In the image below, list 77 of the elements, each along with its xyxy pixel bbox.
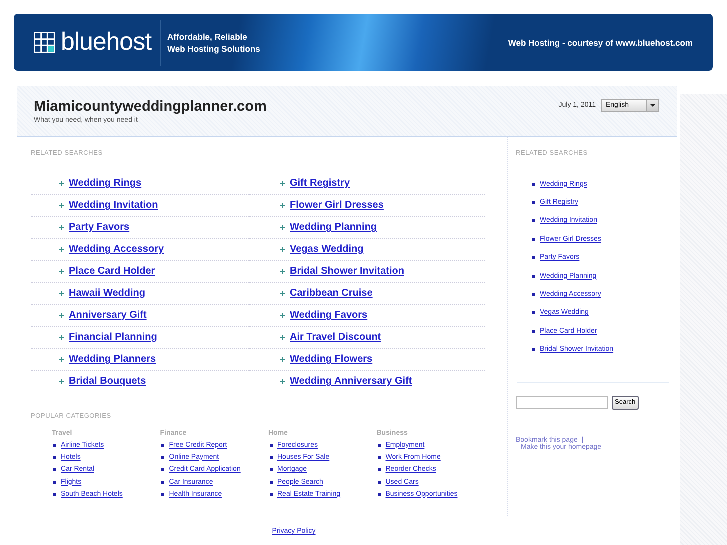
tagline-text: Affordable, Reliable (168, 30, 248, 42)
related-link[interactable]: Vegas Wedding (290, 244, 364, 255)
bullet-icon (53, 444, 56, 447)
bullet-icon (161, 444, 164, 447)
related-link[interactable]: Wedding Accessory (69, 244, 164, 255)
bullet-icon (161, 456, 164, 459)
bullet-icon (59, 357, 64, 362)
related-link[interactable]: Wedding Favors (290, 310, 368, 321)
bullet-icon (161, 468, 164, 472)
related-link[interactable]: Bridal Bouquets (69, 376, 146, 387)
related-link[interactable]: Wedding Rings (69, 178, 142, 189)
related-link[interactable]: Hawaii Wedding (69, 288, 146, 299)
bullet-icon (532, 201, 535, 204)
bullet-icon (280, 247, 285, 252)
bullet-icon (59, 181, 64, 186)
bullet-icon (59, 225, 64, 230)
bullet-icon (532, 330, 535, 333)
bullet-icon (280, 203, 285, 208)
bullet-icon (532, 238, 535, 241)
related-link[interactable]: Wedding Flowers (290, 354, 373, 365)
related-link[interactable]: Air Travel Discount (290, 332, 382, 343)
related-link[interactable]: Bridal Shower Invitation (290, 266, 404, 277)
logo-text: bluehost (61, 28, 152, 57)
bullet-icon (378, 468, 381, 472)
bullet-icon (53, 480, 56, 484)
related-link[interactable]: Place Card Holder (69, 266, 156, 277)
bullet-icon (280, 335, 285, 340)
bullet-icon (59, 269, 64, 274)
related-link[interactable]: Financial Planning (69, 332, 158, 343)
related-link[interactable]: Flower Girl Dresses (290, 200, 384, 211)
bullet-icon (378, 480, 381, 484)
bullet-icon (532, 256, 535, 260)
grid-logo-icon (34, 32, 55, 53)
bullet-icon (270, 492, 272, 496)
bullet-icon (532, 348, 535, 352)
bullet-icon (270, 468, 272, 472)
bullet-icon (378, 456, 381, 459)
bullet-icon (532, 274, 535, 278)
bullet-icon (270, 444, 272, 447)
bullet-icon (53, 456, 56, 459)
related-link[interactable]: Gift Registry (290, 178, 350, 189)
bullet-icon (378, 492, 381, 496)
bullet-icon (53, 492, 56, 496)
bullet-icon (532, 311, 535, 314)
bullet-icon (161, 492, 164, 496)
bullet-icon (280, 291, 285, 296)
bullet-icon (270, 480, 272, 484)
related-link[interactable]: Party Favors (69, 222, 130, 233)
bullet-icon (532, 293, 535, 296)
related-link[interactable]: Wedding Planners (69, 354, 156, 365)
related-link[interactable]: Wedding Anniversary Gift (290, 376, 412, 387)
related-link[interactable]: Wedding Invitation (69, 200, 158, 211)
bullet-icon (280, 313, 285, 318)
bullet-icon (270, 456, 272, 459)
bullet-icon (59, 313, 64, 318)
bullet-icon (532, 219, 535, 222)
bullet-icon (280, 225, 285, 230)
bullet-icon (59, 335, 64, 340)
courtesy-text: Web Hosting - courtesy of www.bluehost.com (508, 38, 693, 48)
bullet-icon (280, 357, 285, 362)
bullet-icon (161, 480, 164, 484)
bullet-icon (280, 379, 285, 384)
related-link[interactable]: Caribbean Cruise (290, 288, 373, 299)
site-title: Miamicountyweddingplanner.com (34, 98, 267, 114)
bullet-icon (280, 181, 285, 186)
related-link[interactable]: Wedding Planning (290, 222, 378, 233)
search-field[interactable] (516, 396, 608, 410)
bullet-icon (532, 182, 535, 186)
tagline-text: Web Hosting Solutions (168, 42, 260, 54)
bullet-icon (53, 468, 56, 472)
bullet-icon (59, 203, 64, 208)
related-link[interactable]: Anniversary Gift (69, 310, 147, 321)
bullet-icon (378, 444, 381, 447)
bullet-icon (280, 269, 285, 274)
bullet-icon (59, 291, 64, 296)
bullet-icon (59, 247, 64, 252)
bullet-icon (59, 379, 64, 384)
